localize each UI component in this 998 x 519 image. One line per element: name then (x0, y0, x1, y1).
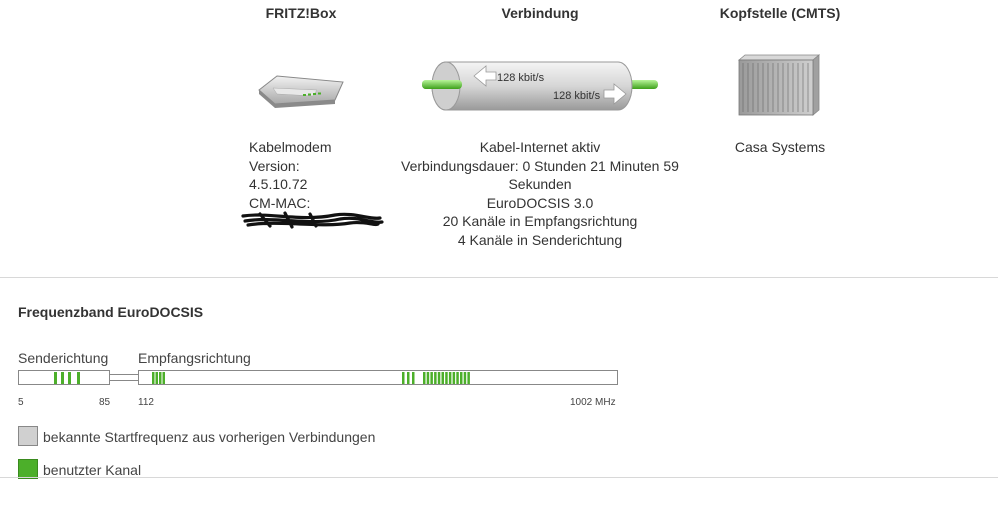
downstream-channel (162, 372, 165, 384)
connection-tube-icon (422, 61, 658, 111)
modem-type: Kabelmodem (249, 139, 332, 155)
connection-duration-cont: Sekunden (508, 176, 572, 192)
modem-version: 4.5.10.72 (249, 176, 308, 192)
downstream-channel (452, 372, 456, 384)
section-divider (0, 277, 998, 278)
freq-label-85: 85 (99, 397, 111, 408)
downstream-channel (448, 372, 452, 384)
downstream-channel (152, 372, 155, 384)
downstream-channel (412, 372, 415, 384)
connection-duration: Verbindungsdauer: 0 Stunden 21 Minuten 5… (401, 158, 679, 174)
bottom-divider (0, 477, 998, 478)
downstream-channel (456, 372, 459, 384)
downstream-channel (434, 372, 437, 384)
upstream-rate: 128 kbit/s (497, 72, 545, 84)
downstream-band (138, 370, 618, 385)
band-gap (109, 374, 139, 381)
legend-used-swatch (18, 459, 38, 479)
downstream-channel-count: 20 Kanäle in Empfangsrichtung (442, 213, 638, 229)
downstream-channel (423, 372, 426, 384)
downstream-channel (407, 372, 410, 384)
downstream-channel (159, 372, 162, 384)
upstream-channel-count: 4 Kanäle in Senderichtung (457, 232, 623, 248)
downstream-channel (426, 372, 430, 384)
downstream-channel (460, 372, 463, 384)
router-icon (258, 75, 344, 108)
connection-standard: EuroDOCSIS 3.0 (486, 195, 594, 211)
downstream-label: Empfangsrichtung (138, 350, 251, 366)
modem-version-label: Version: (249, 158, 300, 174)
downstream-rate: 128 kbit/s (553, 90, 601, 102)
legend-used-label: benutzter Kanal (43, 462, 142, 478)
redacted-mac-scribble (241, 211, 384, 229)
upstream-label: Senderichtung (18, 350, 109, 366)
upstream-band (18, 370, 110, 385)
downstream-channel (463, 372, 467, 384)
upstream-channel (68, 372, 71, 384)
connection-status: Kabel-Internet aktiv (479, 139, 601, 155)
upstream-channel (61, 372, 64, 384)
server-rack-icon (737, 54, 821, 116)
upstream-channel (77, 372, 80, 384)
downstream-channel (467, 372, 470, 384)
downstream-channel (402, 372, 405, 384)
freq-label-1002: 1002 MHz (570, 397, 616, 408)
connection-heading: Verbindung (501, 5, 579, 21)
downstream-channel (445, 372, 448, 384)
freq-label-5: 5 (18, 397, 24, 408)
legend-known-label: bekannte Startfrequenz aus vorherigen Ve… (43, 429, 376, 445)
downstream-channel (441, 372, 444, 384)
fritzbox-heading: FRITZ!Box (265, 5, 337, 21)
legend-known-swatch (18, 426, 38, 446)
cmts-heading: Kopfstelle (CMTS) (719, 5, 841, 21)
freq-label-112: 112 (138, 397, 154, 408)
band-title: Frequenzband EuroDOCSIS (18, 304, 204, 320)
downstream-channel (155, 372, 158, 384)
upstream-channel (54, 372, 57, 384)
downstream-channel (437, 372, 441, 384)
cmts-vendor: Casa Systems (734, 139, 826, 155)
downstream-channel (430, 372, 433, 384)
